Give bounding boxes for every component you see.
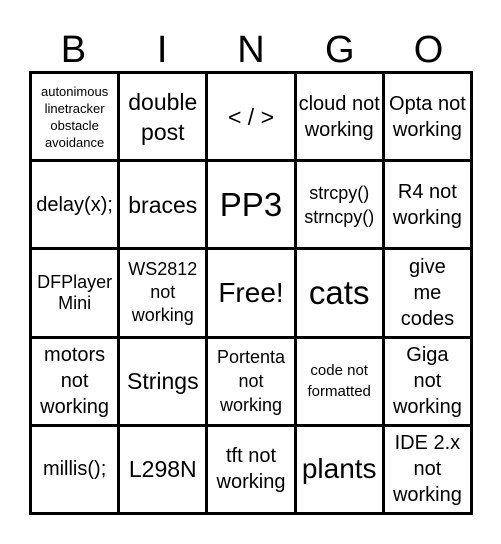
- bingo-cell[interactable]: plants: [296, 426, 382, 512]
- header-letter-g: G: [325, 29, 355, 71]
- bingo-cell[interactable]: give me codes: [384, 250, 470, 336]
- bingo-cell[interactable]: < / >: [208, 74, 294, 160]
- bingo-cell[interactable]: braces: [120, 162, 206, 248]
- header-letter-o: O: [413, 29, 444, 71]
- bingo-cell[interactable]: R4 not working: [384, 162, 470, 248]
- bingo-cell[interactable]: double post: [120, 74, 206, 160]
- bingo-cell[interactable]: Strings: [120, 338, 206, 424]
- bingo-cell[interactable]: millis();: [32, 426, 118, 512]
- header-letter-n: N: [237, 29, 265, 71]
- bingo-cell[interactable]: autonimous linetracker obstacle avoidanc…: [32, 74, 118, 160]
- header-letter-b: B: [60, 29, 87, 71]
- bingo-cell[interactable]: Opta not working: [384, 74, 470, 160]
- bingo-cell[interactable]: DFPlayer Mini: [32, 250, 118, 336]
- bingo-cell[interactable]: PP3: [208, 162, 294, 248]
- bingo-cell[interactable]: code not formatted: [296, 338, 382, 424]
- bingo-header: B I N G O: [29, 28, 473, 72]
- bingo-cell[interactable]: L298N: [120, 426, 206, 512]
- bingo-cell[interactable]: cloud not working: [296, 74, 382, 160]
- bingo-cell[interactable]: Portenta not working: [208, 338, 294, 424]
- bingo-cell[interactable]: IDE 2.x not working: [384, 426, 470, 512]
- bingo-cell[interactable]: Giga not working: [384, 338, 470, 424]
- bingo-cell[interactable]: delay(x);: [32, 162, 118, 248]
- bingo-cell-free[interactable]: Free!: [208, 250, 294, 336]
- bingo-cell[interactable]: tft not working: [208, 426, 294, 512]
- bingo-cell[interactable]: strcpy() strncpy(): [296, 162, 382, 248]
- bingo-cell[interactable]: WS2812 not working: [120, 250, 206, 336]
- header-letter-i: I: [156, 29, 168, 71]
- bingo-grid: autonimous linetracker obstacle avoidanc…: [29, 71, 473, 515]
- bingo-cell[interactable]: cats: [296, 250, 382, 336]
- bingo-cell[interactable]: motors not working: [32, 338, 118, 424]
